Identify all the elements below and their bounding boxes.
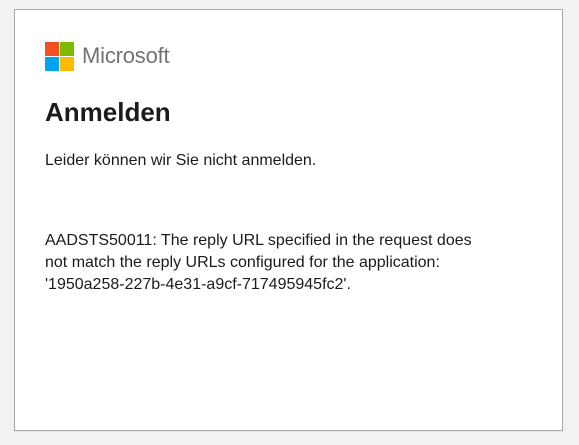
error-message: Leider können wir Sie nicht anmelden. — [45, 152, 317, 169]
page-title: Anmelden — [45, 97, 171, 127]
microsoft-brand: Microsoft — [45, 41, 170, 71]
logo-green-square — [60, 41, 74, 56]
logo-yellow-square — [60, 56, 74, 71]
error-details: AADSTS50011: The reply URL specified in … — [45, 230, 535, 296]
brand-name: Microsoft — [82, 43, 170, 68]
logo-blue-square — [45, 56, 59, 71]
sign-in-card: Microsoft Anmelden Leider können wir Sie… — [14, 9, 563, 431]
error-details-line: AADSTS50011: The reply URL specified in … — [45, 232, 472, 249]
error-details-line: not match the reply URLs configured for … — [45, 254, 440, 271]
microsoft-logo-icon — [45, 41, 74, 71]
logo-red-square — [45, 41, 59, 56]
error-details-line: '1950a258-227b-4e31-a9cf-717495945fc2'. — [45, 276, 351, 293]
